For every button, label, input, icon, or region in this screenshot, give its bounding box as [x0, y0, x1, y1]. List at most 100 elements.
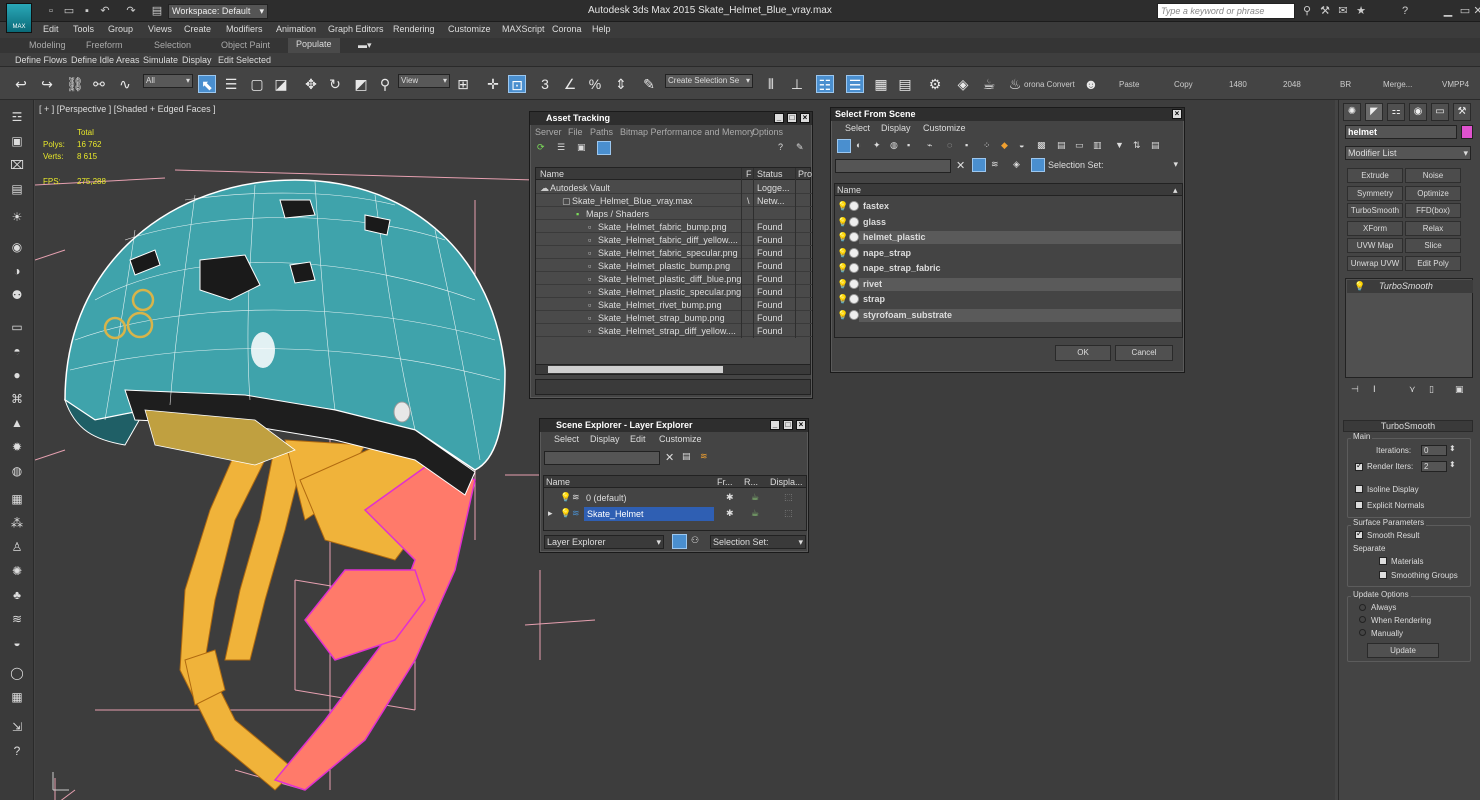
window-crossing-icon[interactable]: ◪: [272, 75, 290, 93]
helper-icon[interactable]: ◑: [8, 262, 26, 280]
help-icon[interactable]: ?: [8, 742, 26, 760]
tab-freeform[interactable]: Freeform: [86, 40, 123, 50]
corona-convert-label[interactable]: orona Convert: [1024, 80, 1075, 89]
light-bulb-icon[interactable]: 💡: [837, 263, 848, 273]
scrollbar-thumb[interactable]: [548, 366, 723, 373]
tab-populate[interactable]: Populate: [288, 38, 340, 53]
modifier-button-symmetry[interactable]: Symmetry: [1347, 185, 1403, 201]
light-bulb-icon[interactable]: 💡: [837, 310, 848, 320]
ok-button[interactable]: OK: [1055, 345, 1111, 361]
freeze-icon[interactable]: ✱: [726, 492, 734, 503]
layers-icon[interactable]: ◈: [1013, 159, 1020, 170]
modifier-button-extrude[interactable]: Extrude: [1347, 168, 1403, 183]
display-lights-icon[interactable]: ✦: [873, 140, 881, 151]
scene-object-row[interactable]: 💡 nape_strap_fabric: [835, 261, 1181, 276]
pivot-center-icon[interactable]: ⊞: [454, 75, 472, 93]
figure-icon[interactable]: ♙: [8, 538, 26, 556]
close-icon[interactable]: ×: [796, 420, 806, 430]
unlink-icon[interactable]: ⚯: [90, 75, 108, 93]
expand-arrow-icon[interactable]: ▸: [548, 508, 553, 519]
table-view-icon[interactable]: [597, 141, 611, 155]
menu-customize[interactable]: Customize: [923, 123, 966, 133]
clear-search-icon[interactable]: ✕: [956, 159, 965, 172]
column-frozen[interactable]: Fr...: [717, 477, 733, 487]
light-bulb-icon[interactable]: 💡: [837, 279, 848, 289]
light-bulb-icon[interactable]: 💡: [560, 508, 571, 519]
project-folder-icon[interactable]: ▤: [150, 4, 164, 18]
image-icon[interactable]: ▣: [8, 132, 26, 150]
favorites-icon[interactable]: ★: [1354, 4, 1368, 18]
undo-icon[interactable]: ↩: [12, 75, 30, 93]
menu-tools[interactable]: Tools: [73, 24, 94, 34]
menu-animation[interactable]: Animation: [276, 24, 316, 34]
modifier-button-edit-poly[interactable]: Edit Poly: [1405, 255, 1461, 271]
copy-button[interactable]: Copy: [1174, 80, 1193, 89]
cone-icon[interactable]: ▲: [8, 414, 26, 432]
always-radio[interactable]: [1359, 604, 1366, 611]
keyboard-shortcut-override-icon[interactable]: ⊡: [508, 75, 526, 93]
preset-2048-button[interactable]: 2048: [1283, 80, 1301, 89]
rectangular-selection-icon[interactable]: ▢: [248, 75, 266, 93]
corona-icon[interactable]: ☻: [1082, 75, 1100, 93]
light-bulb-icon[interactable]: 💡: [837, 217, 848, 227]
display-all-icon[interactable]: ▤: [1057, 140, 1066, 151]
asset-row[interactable]: ▫ Skate_Helmet_fabric_specular.png Found: [536, 246, 812, 259]
render-teapot-icon[interactable]: ☕: [751, 492, 759, 503]
refresh-icon[interactable]: ⟳: [537, 142, 545, 153]
close-icon[interactable]: ×: [800, 113, 810, 123]
spinner-arrows-icon[interactable]: ⬍: [1449, 444, 1456, 453]
plant-icon[interactable]: ♣: [8, 586, 26, 604]
graphite-modeling-icon[interactable]: ▦: [872, 75, 890, 93]
modifier-button-unwrap-uvw[interactable]: Unwrap UVW: [1347, 255, 1403, 271]
camera-icon[interactable]: ◉: [8, 238, 26, 256]
menu-options[interactable]: Options: [752, 127, 783, 137]
menu-rendering[interactable]: Rendering: [393, 24, 435, 34]
search-input[interactable]: [544, 451, 660, 465]
menu-graph-editors[interactable]: Graph Editors: [328, 24, 384, 34]
light-icon[interactable]: ☀: [8, 208, 26, 226]
show-end-result-icon[interactable]: Ⅰ: [1373, 384, 1376, 395]
column-status[interactable]: Status: [757, 169, 783, 179]
menu-server[interactable]: Server: [535, 127, 562, 137]
link-icon[interactable]: ⛓: [66, 75, 84, 93]
filter-toggle-icon[interactable]: [972, 158, 986, 172]
menu-customize[interactable]: Customize: [448, 24, 491, 34]
menu-group[interactable]: Group: [108, 24, 133, 34]
asset-row[interactable]: ▫ Skate_Helmet_plastic_diff_blue.png Found: [536, 272, 812, 285]
selection-filter-dropdown[interactable]: All: [143, 74, 193, 88]
snaps-toggle-icon[interactable]: 3: [536, 75, 554, 93]
workspace-dropdown[interactable]: Workspace: Default ▾: [168, 4, 268, 19]
redo-icon[interactable]: ↷: [124, 4, 138, 18]
render-teapot-icon[interactable]: ☕: [751, 508, 759, 519]
list-icon[interactable]: ▤: [8, 180, 26, 198]
hair-icon[interactable]: ≋: [8, 610, 26, 628]
asset-tracking-title-bar[interactable]: Asset Tracking _ □ ×: [530, 112, 812, 125]
material-sphere-icon[interactable]: ◯: [8, 664, 26, 682]
thumbnail-icon[interactable]: ▣: [577, 142, 586, 153]
spinner-snap-icon[interactable]: ⇕: [612, 75, 630, 93]
explorer-type-dropdown[interactable]: Layer Explorer ▾: [544, 535, 664, 549]
menu-file[interactable]: File: [568, 127, 583, 137]
column-name[interactable]: Name: [546, 477, 570, 487]
stack-item-turbosmooth[interactable]: TurboSmooth: [1347, 280, 1473, 293]
scene-object-row[interactable]: 💡 fastex: [835, 199, 1181, 214]
column-pro[interactable]: Pro: [798, 169, 812, 179]
when-rendering-radio[interactable]: [1359, 616, 1366, 623]
minimize-icon[interactable]: _: [774, 113, 784, 123]
menu-edit[interactable]: Edit: [630, 434, 646, 444]
scene-object-row[interactable]: 💡 rivet: [835, 277, 1181, 292]
smooth-result-checkbox[interactable]: [1355, 529, 1363, 539]
display-geometry-icon[interactable]: [837, 139, 851, 153]
display-xrefs-icon[interactable]: ▪: [965, 140, 968, 150]
define-flows-button[interactable]: Define Flows: [15, 55, 67, 65]
help-search-input[interactable]: Type a keyword or phrase: [1157, 3, 1295, 19]
select-by-name-icon[interactable]: ☰: [222, 75, 240, 93]
asset-row[interactable]: ▫ Skate_Helmet_plastic_bump.png Found: [536, 259, 812, 272]
asset-row[interactable]: ☁ Autodesk Vault Logge...: [536, 181, 812, 194]
scale-icon[interactable]: ◩: [352, 75, 370, 93]
plane-icon[interactable]: ▭: [8, 318, 26, 336]
render-setup-icon[interactable]: ☕: [980, 75, 998, 93]
column-name[interactable]: Name: [540, 169, 564, 179]
menu-views[interactable]: Views: [148, 24, 172, 34]
object-color-swatch[interactable]: [1461, 125, 1473, 139]
